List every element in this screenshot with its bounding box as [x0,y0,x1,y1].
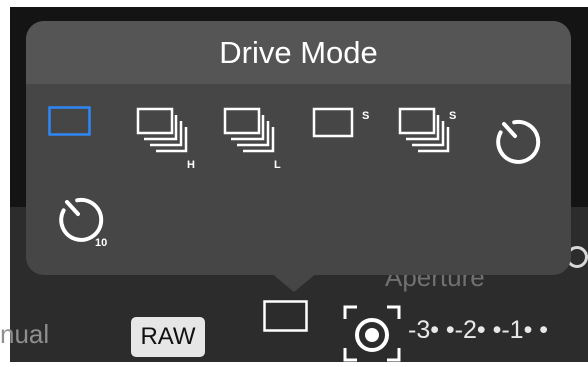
drive-mode-button[interactable] [263,300,308,332]
option-badge: S [449,110,456,122]
single-frame-icon [48,106,91,136]
continuous-low-icon: L [223,107,281,171]
popup-title: Drive Mode [219,35,378,70]
popup-arrow [270,272,318,292]
continuous-high-icon: H [136,107,195,171]
option-badge: L [274,159,281,171]
shooting-mode-label[interactable]: nual [0,319,49,349]
option-single-frame[interactable] [48,106,93,138]
raw-toggle-button[interactable]: RAW [131,317,205,357]
single-silent-icon: S [312,107,369,138]
exposure-compensation-scale[interactable]: -3• •-2• •-1• • [408,315,548,345]
continuous-silent-icon: S [398,107,456,153]
drive-mode-popup: Drive Mode H L S S 10 [26,21,571,275]
metering-mode-button[interactable] [343,305,401,362]
option-single-silent[interactable]: S [312,107,374,141]
option-self-timer[interactable] [491,116,541,166]
self-timer-icon [496,119,541,164]
option-self-timer-10s[interactable]: 10 [54,194,116,250]
self-timer-10s-icon: 10 [59,197,107,249]
option-badge: 10 [95,237,107,249]
single-frame-icon [263,300,308,332]
option-continuous-low[interactable]: L [223,107,293,171]
option-badge: S [362,110,369,122]
metering-icon [343,305,401,362]
option-continuous-silent[interactable]: S [398,107,464,157]
option-continuous-high[interactable]: H [136,107,206,171]
option-badge: H [187,159,195,171]
